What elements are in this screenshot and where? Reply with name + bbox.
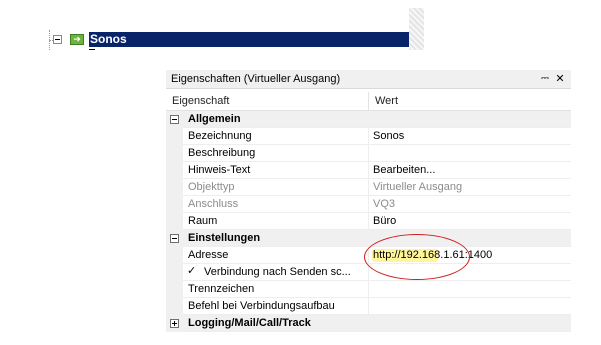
category-row[interactable]: Logging/Mail/Call/Track <box>166 315 571 332</box>
property-row[interactable]: Bezeichnung Sonos <box>166 128 571 145</box>
panel-title: Eigenschaften (Virtueller Ausgang) <box>171 73 341 85</box>
pin-icon[interactable]: ⎓ <box>540 72 550 86</box>
close-icon[interactable]: ✕ <box>555 72 565 86</box>
row-gutter <box>166 128 183 145</box>
property-name: Einstellungen <box>188 232 261 244</box>
property-name: Verbindung nach Senden sc... <box>204 266 351 278</box>
tree-node-sonos[interactable] <box>89 32 409 47</box>
property-name: Trennzeichen <box>188 283 255 295</box>
row-gutter <box>166 179 183 196</box>
row-gutter <box>166 145 183 162</box>
property-row[interactable]: ✓ Verbindung nach Senden sc... <box>166 264 571 281</box>
property-name: Adresse <box>188 249 229 261</box>
row-gutter <box>166 281 183 298</box>
property-row[interactable]: Anschluss VQ3 <box>166 196 571 213</box>
properties-panel: Eigenschaften (Virtueller Ausgang) ⎓ ✕ E… <box>166 70 571 345</box>
property-name: Befehl bei Verbindungsaufbau <box>188 300 335 312</box>
property-value[interactable]: Bearbeiten... <box>373 163 435 178</box>
row-gutter <box>166 264 183 281</box>
property-row[interactable]: Trennzeichen <box>166 281 571 298</box>
property-name: Objekttyp <box>188 181 235 193</box>
property-name: Bezeichnung <box>188 130 252 142</box>
property-value[interactable]: Büro <box>373 214 396 229</box>
column-header: Eigenschaft Wert <box>166 92 571 111</box>
tree-node-label: Sonos <box>90 32 127 46</box>
property-name: Hinweis-Text <box>188 164 251 176</box>
row-gutter <box>166 196 183 213</box>
property-value[interactable]: Sonos <box>373 129 404 144</box>
checkbox-checked-icon[interactable]: ✓ <box>187 264 196 279</box>
property-row[interactable]: Hinweis-Text Bearbeiten... <box>166 162 571 179</box>
column-header-property[interactable]: Eigenschaft <box>172 94 229 108</box>
property-name: Allgemein <box>188 113 241 125</box>
property-name: Beschreibung <box>188 147 256 159</box>
category-row[interactable]: Einstellungen <box>166 230 571 247</box>
row-gutter <box>166 213 183 230</box>
row-gutter <box>166 247 183 264</box>
row-gutter <box>166 298 183 315</box>
panel-title-bar: Eigenschaften (Virtueller Ausgang) ⎓ ✕ <box>166 70 571 89</box>
scroll-region <box>409 8 424 50</box>
category-row[interactable]: Allgemein <box>166 111 571 128</box>
column-header-value[interactable]: Wert <box>375 94 398 108</box>
property-value[interactable]: http://192.168.1.61:1400 <box>373 248 492 263</box>
property-name: Anschluss <box>188 198 239 210</box>
property-value: Virtueller Ausgang <box>373 181 463 193</box>
expand-icon[interactable] <box>170 319 179 328</box>
property-row[interactable]: Raum Büro <box>166 213 571 230</box>
tree-focus-mark <box>89 49 95 50</box>
property-row[interactable]: Beschreibung <box>166 145 571 162</box>
property-row[interactable]: Befehl bei Verbindungsaufbau <box>166 298 571 315</box>
property-row[interactable]: Adresse http://192.168.1.61:1400 <box>166 247 571 264</box>
collapse-icon[interactable] <box>170 234 179 243</box>
property-name: Raum <box>188 215 218 227</box>
arrow-right-icon: ➜ <box>70 34 84 45</box>
row-gutter <box>166 162 183 179</box>
property-name: Logging/Mail/Call/Track <box>188 317 311 329</box>
collapse-icon[interactable] <box>170 115 179 124</box>
tree-collapse-icon[interactable] <box>53 35 62 44</box>
property-value: VQ3 <box>373 198 396 210</box>
property-row[interactable]: Objekttyp Virtueller Ausgang <box>166 179 571 196</box>
